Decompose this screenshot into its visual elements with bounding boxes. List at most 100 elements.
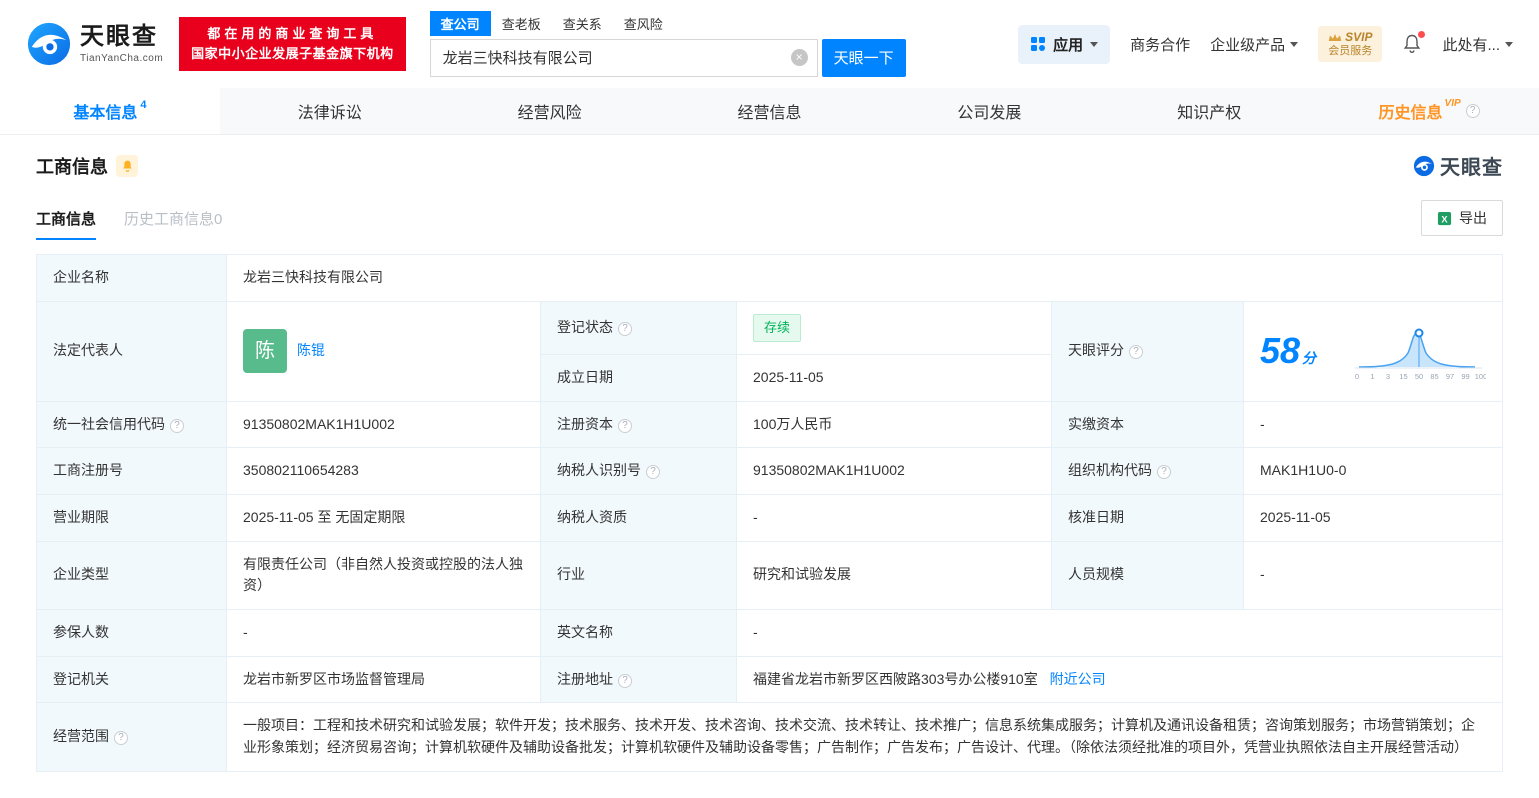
svip-member-badge[interactable]: SVIP 会员服务 [1318,25,1383,63]
clear-search-icon[interactable]: × [790,49,808,66]
chevron-down-icon [1290,41,1299,47]
legal-rep-link[interactable]: 陈锟 [297,340,325,362]
tab-company-development[interactable]: 公司发展 [879,88,1099,134]
search-tab-company[interactable]: 查公司 [429,10,491,36]
excel-icon: X [1437,211,1452,225]
insured-num-value: - [226,608,541,657]
address-label: 注册地址 [557,670,613,687]
subscribe-bell-icon[interactable] [116,154,138,177]
help-icon[interactable]: ? [618,673,632,688]
insured-num-label: 参保人数 [36,608,227,657]
reg-status-label-cell: 登记状态? [540,300,737,355]
search-area: 查公司 查老板 查关系 查风险 × 天眼一下 [429,10,906,77]
nav-business-cooperation[interactable]: 商务合作 [1130,34,1190,55]
nearby-companies-link[interactable]: 附近公司 [1050,671,1106,687]
company-type-label: 企业类型 [36,540,227,610]
help-icon[interactable]: ? [1129,345,1143,360]
logo-name: 天眼查 [80,23,158,51]
table-row: 营业期限 2025-11-05 至 无固定期限 纳税人资质 - 核准日期 202… [36,493,1503,542]
address-cell: 福建省龙岩市新罗区西陂路303号办公楼910室 附近公司 [736,655,1503,704]
english-name-label: 英文名称 [540,608,737,657]
help-icon[interactable]: ? [1157,465,1171,480]
credit-code-value: 91350802MAK1H1U002 [226,400,541,449]
vip-badge: VIP [1444,97,1461,109]
reg-capital-label-cell: 注册资本? [540,400,737,449]
legal-rep-avatar[interactable]: 陈 [243,329,287,374]
industry-value: 研究和试验发展 [736,540,1052,610]
svg-text:3: 3 [1386,372,1390,381]
table-row: 工商注册号 350802110654283 纳税人识别号? 91350802MA… [36,447,1503,495]
notification-bell[interactable] [1402,31,1426,55]
legal-rep-label: 法定代表人 [36,300,227,402]
credit-code-label-cell: 统一社会信用代码? [36,400,227,449]
tab-intellectual-property[interactable]: 知识产权 [1099,88,1319,134]
reg-number-label: 工商注册号 [36,447,227,495]
more-label: 此处有... [1442,36,1500,54]
search-tab-risk[interactable]: 查风险 [613,11,674,36]
search-tab-boss[interactable]: 查老板 [491,11,552,36]
chevron-down-icon [1090,41,1099,47]
table-row: 参保人数 - 英文名称 - [36,608,1503,657]
table-row: 登记机关 龙岩市新罗区市场监督管理局 注册地址? 福建省龙岩市新罗区西陂路303… [36,655,1503,704]
search-tabs: 查公司 查老板 查关系 查风险 [429,10,906,36]
svg-text:X: X [1441,214,1448,224]
tab-label: 经营信息 [737,105,802,122]
nav-enterprise-products[interactable]: 企业级产品 [1210,34,1299,55]
tab-operational-risk[interactable]: 经营风险 [440,88,660,134]
table-row: 统一社会信用代码? 91350802MAK1H1U002 注册资本? 100万人… [36,400,1503,449]
promo-banner: 都在用的商业查询工具 国家中小企业发展子基金旗下机构 [179,16,406,72]
tab-history-info[interactable]: 历史信息 VIP ? [1319,88,1539,134]
taxpayer-quality-label: 纳税人资质 [540,493,737,542]
apps-menu[interactable]: 应用 [1018,24,1111,64]
english-name-value: - [736,608,1503,657]
help-icon[interactable]: ? [170,418,184,433]
apps-label: 应用 [1053,36,1084,54]
svg-text:50: 50 [1415,372,1423,381]
search-input[interactable] [430,39,817,76]
taxpayer-id-label-cell: 纳税人识别号? [540,447,737,495]
score-label: 天眼评分 [1068,342,1124,359]
apps-grid-icon [1031,37,1046,51]
export-label: 导出 [1459,210,1487,226]
subtab-history-registration[interactable]: 历史工商信息0 [124,208,222,240]
tab-business-info[interactable]: 经营信息 [660,88,880,134]
main-content: 工商信息 天眼查 工商信息 历史工商信息0 X 导出 企业名称 龙岩三快科技有限… [0,151,1539,772]
industry-label: 行业 [540,540,737,610]
business-info-table: 企业名称 龙岩三快科技有限公司 法定代表人 陈 陈锟 登记状态? 存续 天眼评分… [36,254,1503,772]
tab-label: 历史信息 [1378,105,1443,122]
tianyancha-logo[interactable]: 天眼查 TianYanCha.com [26,21,163,67]
table-row: 企业名称 龙岩三快科技有限公司 [36,254,1503,302]
staff-size-value: - [1243,540,1503,610]
help-icon[interactable]: ? [114,731,128,746]
business-scope-value: 一般项目：工程和技术研究和试验发展；软件开发；技术服务、技术开发、技术咨询、技术… [226,702,1503,772]
tab-count-badge: 4 [140,99,147,111]
tab-basic-info[interactable]: 基本信息 4 [0,88,220,134]
subtab-row: 工商信息 历史工商信息0 X 导出 [36,200,1503,240]
help-icon[interactable]: ? [618,321,632,336]
staff-size-label: 人员规模 [1051,540,1244,610]
reg-status-cell: 存续 [736,300,1052,355]
org-code-label: 组织机构代码 [1068,462,1152,479]
subtab-business-registration[interactable]: 工商信息 [36,208,97,240]
tab-label: 公司发展 [957,105,1022,122]
export-button[interactable]: X 导出 [1421,200,1503,236]
tab-legal-proceedings[interactable]: 法律诉讼 [220,88,440,134]
search-tab-relation[interactable]: 查关系 [552,11,613,36]
header: 天眼查 TianYanCha.com 都在用的商业查询工具 国家中小企业发展子基… [0,0,1539,88]
establish-date-value: 2025-11-05 [736,353,1052,402]
nav-more[interactable]: 此处有... [1442,34,1513,55]
logo-domain: TianYanCha.com [80,52,164,64]
taxpayer-quality-value: - [736,493,1052,542]
score-value: 58 分 [1260,323,1316,379]
search-button[interactable]: 天眼一下 [821,38,906,77]
help-icon[interactable]: ? [1465,104,1480,118]
brand-name: 天眼查 [1440,157,1503,179]
help-icon[interactable]: ? [646,465,660,480]
business-scope-label: 经营范围 [53,728,109,745]
banner-line1: 都在用的商业查询工具 [207,25,378,41]
org-code-label-cell: 组织机构代码? [1051,447,1244,495]
section-title: 工商信息 [36,156,108,177]
svg-text:15: 15 [1399,372,1407,381]
help-icon[interactable]: ? [618,418,632,433]
taxpayer-id-label: 纳税人识别号 [557,462,641,479]
